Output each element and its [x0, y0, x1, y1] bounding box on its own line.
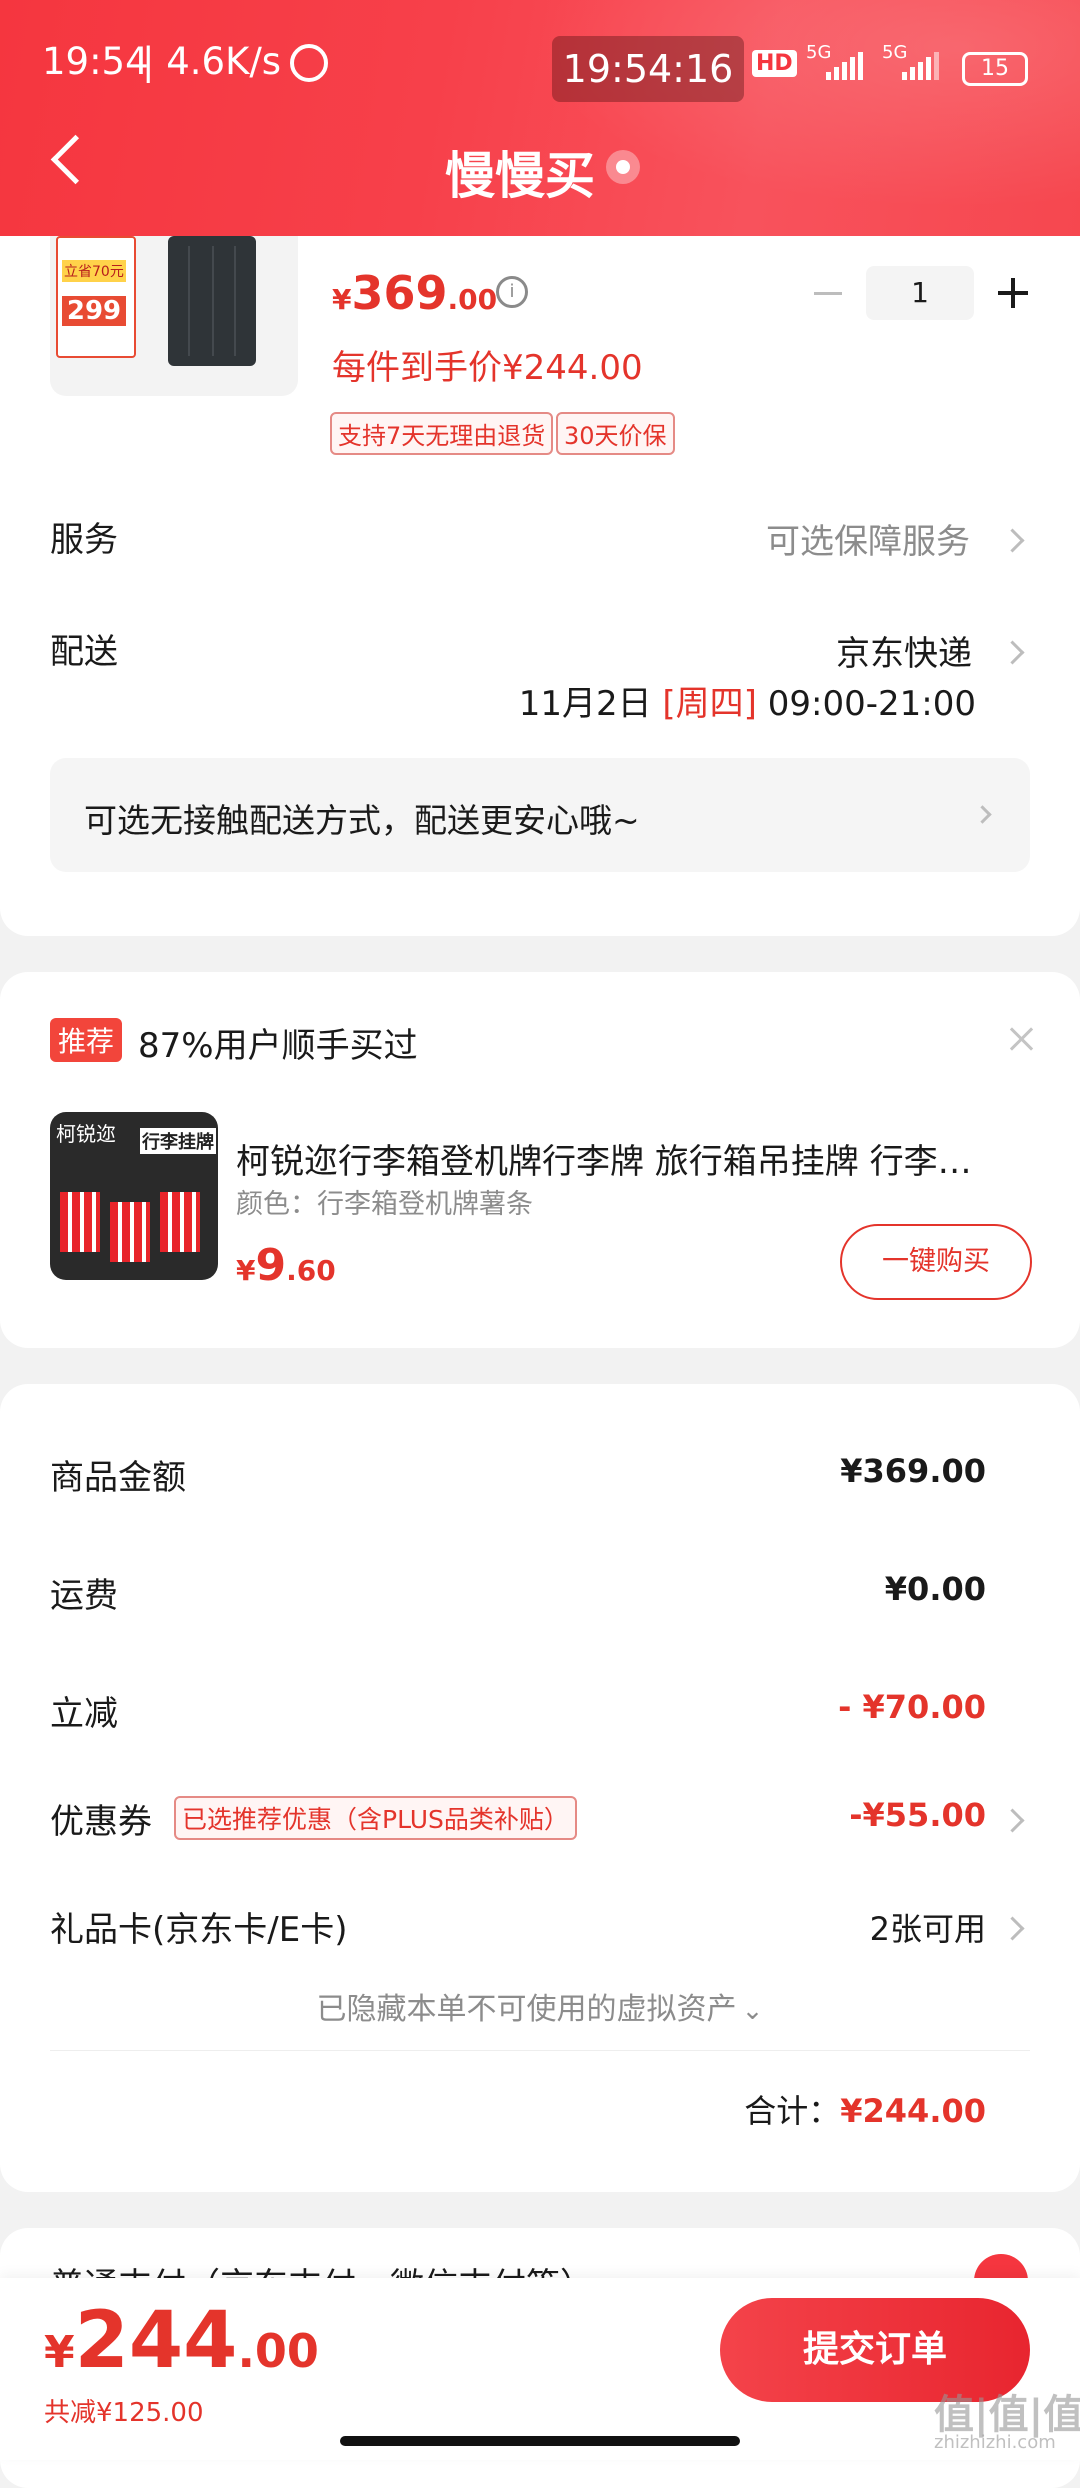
thumb-badge-price: 299: [62, 296, 126, 326]
recommend-headline: 87%用户顺手买过: [138, 1026, 418, 1066]
chevron-down-icon: ⌄: [741, 1996, 764, 2026]
floating-clock: 19:54:16: [552, 36, 744, 102]
recommend-item-title[interactable]: 柯锐迩行李箱登机牌行李牌 旅行箱吊挂牌 行李…: [236, 1134, 1016, 1183]
price-protect-tag: 30天价保: [556, 412, 675, 455]
recommend-item-thumbnail[interactable]: 柯锐迩 行李挂牌: [50, 1112, 218, 1280]
chevron-right-icon: [1000, 1916, 1025, 1941]
bottom-bar: ¥244.00 共减¥125.00 提交订单 值|值|值 zhizhizhi.c…: [0, 2278, 1080, 2460]
signal-icon-1: [826, 52, 866, 80]
delivery-label: 配送: [50, 632, 118, 672]
summary-label-shipping: 运费: [50, 1576, 118, 1616]
suitcase-image: [168, 236, 256, 366]
recommend-card: 推荐 87%用户顺手买过 柯锐迩 行李挂牌 柯锐迩行李箱登机牌行李牌 旅行箱吊挂…: [0, 972, 1080, 1348]
summary-total: 合计：¥244.00: [744, 2092, 986, 2130]
thumb-badge-saving: 立省70元: [62, 260, 126, 282]
quantity-minus-button[interactable]: [814, 292, 842, 295]
service-label: 服务: [50, 520, 118, 560]
info-icon[interactable]: i: [496, 276, 528, 308]
contactless-delivery-banner[interactable]: 可选无接触配送方式，配送更安心哦~: [50, 758, 1030, 872]
location-pin-icon[interactable]: [606, 150, 640, 184]
product-thumbnail[interactable]: 立省70元 299: [50, 236, 298, 396]
thumb-promo-panel: 立省70元 299: [56, 236, 136, 358]
home-indicator[interactable]: [340, 2436, 740, 2446]
summary-label-coupon: 优惠券: [50, 1802, 152, 1842]
summary-value-subtotal: ¥369.00: [840, 1452, 986, 1490]
product-price: ¥369.00: [332, 266, 498, 320]
delivery-carrier[interactable]: 京东快递: [836, 626, 972, 675]
bottom-saved-amount: 共减¥125.00: [44, 2398, 204, 2428]
top-header: 19:54 | 4.6K/s 19:54:16 HD 5G 5G 15 慢慢买: [0, 0, 1080, 236]
tag-graphic: [110, 1202, 150, 1262]
bottom-total-price: ¥244.00: [44, 2296, 319, 2386]
hidden-assets-toggle[interactable]: 已隐藏本单不可使用的虚拟资产 ⌄: [0, 1984, 1080, 2028]
recommend-item-spec: 颜色：行李箱登机牌薯条: [236, 1189, 533, 1220]
thumb-label-text: 行李挂牌: [140, 1128, 216, 1154]
alarm-icon: [290, 44, 328, 82]
recommend-item-price: ¥9.60: [236, 1240, 336, 1291]
order-card: 立省70元 299 ¥369.00 i 1 每件到手价¥244.00 支持7天无…: [0, 236, 1080, 936]
contactless-text: 可选无接触配送方式，配送更安心哦~: [84, 801, 640, 840]
status-net-speed: | 4.6K/s: [142, 40, 282, 83]
service-value[interactable]: 可选保障服务: [766, 514, 970, 563]
unit-price-label: 每件到手价¥244.00: [332, 348, 643, 388]
delivery-schedule: 11月2日 [周四] 09:00-21:00: [518, 684, 976, 724]
thumb-brand-text: 柯锐迩: [56, 1122, 116, 1146]
close-icon[interactable]: [1006, 1024, 1036, 1054]
quantity-input[interactable]: 1: [866, 266, 974, 320]
summary-value-giftcard[interactable]: 2张可用: [870, 1904, 986, 1950]
price-summary-card: 商品金额 ¥369.00 运费 ¥0.00 立减 - ¥70.00 优惠券 已选…: [0, 1384, 1080, 2192]
summary-value-discount: - ¥70.00: [838, 1688, 986, 1726]
summary-label-discount: 立减: [50, 1694, 118, 1734]
tag-graphic: [60, 1192, 100, 1252]
chevron-right-icon: [1000, 528, 1025, 553]
return-policy-tag: 支持7天无理由退货: [330, 412, 554, 455]
one-click-buy-button[interactable]: 一键购买: [840, 1224, 1032, 1300]
hd-icon: HD: [752, 50, 797, 77]
summary-label-subtotal: 商品金额: [50, 1458, 186, 1498]
watermark-url: zhizhizhi.com: [934, 2432, 1056, 2453]
summary-value-shipping: ¥0.00: [884, 1570, 986, 1608]
summary-value-coupon[interactable]: -¥55.00: [849, 1796, 986, 1834]
recommend-badge: 推荐: [50, 1018, 123, 1062]
coupon-tag: 已选推荐优惠（含PLUS品类补贴）: [174, 1796, 577, 1840]
chevron-right-icon: [973, 805, 992, 824]
page-title: 慢慢买: [445, 147, 595, 205]
status-time: 19:54: [42, 40, 149, 83]
summary-label-giftcard: 礼品卡(京东卡/E卡): [50, 1910, 348, 1950]
divider: [50, 2050, 1030, 2051]
battery-icon: 15: [962, 52, 1028, 86]
tag-graphic: [160, 1192, 200, 1252]
quantity-plus-button[interactable]: [998, 278, 1028, 308]
chevron-right-icon: [1000, 1808, 1025, 1833]
signal-icon-2: [902, 52, 942, 80]
chevron-right-icon: [1000, 640, 1025, 665]
